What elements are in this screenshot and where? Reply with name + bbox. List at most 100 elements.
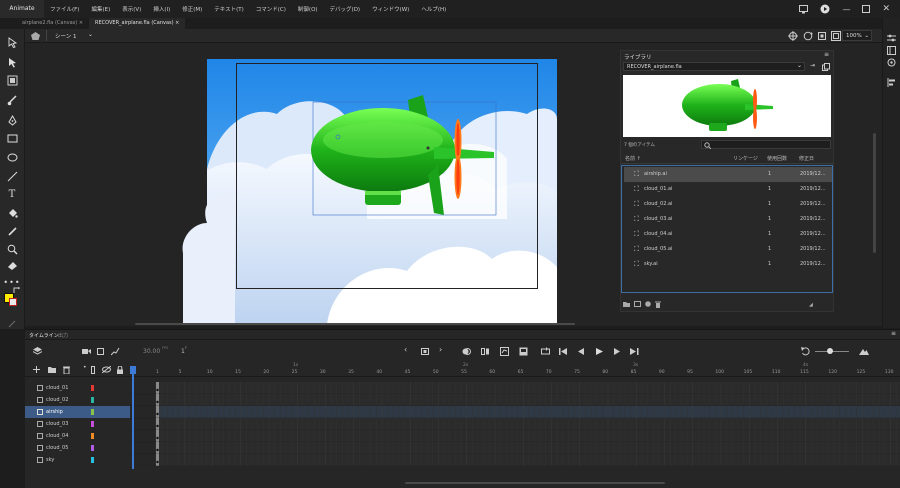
col-date-modified[interactable]: 修正日 [799,155,814,162]
monitor-icon[interactable] [799,4,809,14]
layer-row-cloud-01[interactable]: cloud_01 [25,382,130,394]
center-stage-icon[interactable] [788,31,798,43]
layer-stack-icon[interactable] [33,347,42,356]
menu-help[interactable]: ヘルプ(H) [415,5,452,13]
frame-grid[interactable] [130,382,900,467]
pen-tool-icon[interactable] [5,113,19,127]
menu-text[interactable]: テキスト(T) [208,5,250,13]
create-tween-icon[interactable] [500,347,509,356]
next-keyframe-icon[interactable]: › [439,345,442,354]
zoom-select[interactable]: 100% ⌄ [842,30,872,41]
library-title[interactable]: ライブラリ [624,53,652,61]
new-folder-icon[interactable] [48,366,56,373]
layer-color-swatch[interactable] [91,421,94,427]
layer-color-icon[interactable] [91,366,95,374]
library-item-cloud-04[interactable]: ⛶ cloud_04.ai 1 2019/12... [624,227,832,242]
menu-modify[interactable]: 修正(M) [176,5,208,13]
new-library-panel-icon[interactable] [822,63,830,71]
layer-row-cloud-05[interactable]: cloud_05 [25,442,130,454]
menu-commands[interactable]: コマンド(C) [250,5,292,13]
library-item-airship[interactable]: ⛶ airship.ai 1 2019/12... [624,167,832,182]
step-forward-icon[interactable] [613,347,622,356]
loop-icon[interactable] [541,347,550,356]
layer-color-swatch[interactable] [91,409,94,415]
properties-panel-icon[interactable] [887,34,896,43]
layer-row-sky[interactable]: sky [25,454,130,466]
stage-h-scrollbar[interactable] [135,323,575,325]
layer-row-cloud-02[interactable]: cloud_02 [25,394,130,406]
playhead-handle[interactable] [130,366,136,374]
assets-panel-icon[interactable] [887,58,896,67]
fit-stage-icon[interactable] [831,31,841,43]
timeline-h-scrollbar[interactable] [405,482,665,484]
menu-view[interactable]: 表示(V) [116,5,147,13]
swap-colors-icon[interactable] [13,287,21,296]
menu-control[interactable]: 制御(O) [292,5,324,13]
rectangle-tool-icon[interactable] [5,131,19,145]
menu-file[interactable]: ファイル(F) [44,5,85,13]
clip-content-icon[interactable] [817,31,827,43]
library-search-input[interactable] [701,140,831,149]
col-use-count[interactable]: 使用回数 [767,155,787,162]
fill-color-swatch[interactable] [9,298,17,306]
line-tool-icon[interactable] [5,169,19,183]
free-transform-tool-icon[interactable] [5,73,19,87]
minimize-icon[interactable]: — [842,5,850,14]
tab-airplane2[interactable]: airplane2.fla (Canvas) × [16,18,89,29]
text-tool-icon[interactable]: T [5,187,19,201]
pin-library-icon[interactable]: ⇥ [810,62,815,69]
menu-debug[interactable]: デバッグ(D) [324,5,367,13]
new-folder-icon[interactable] [623,301,630,307]
rotate-stage-icon[interactable] [803,31,813,43]
tab-timeline[interactable]: タイムライン [29,332,59,339]
prev-keyframe-icon[interactable]: ‹ [404,345,407,354]
camera-icon[interactable] [82,348,91,355]
close-icon[interactable]: ✕ [882,4,890,14]
library-item-cloud-02[interactable]: ⛶ cloud_02.ai 1 2019/12... [624,197,832,212]
frame-zoom-slider-thumb[interactable] [827,348,833,354]
reset-zoom-icon[interactable] [801,347,810,356]
paint-bucket-tool-icon[interactable] [5,206,19,220]
tab-recover-airplane[interactable]: RECOVER_airplane.fla (Canvas) × [89,18,186,29]
play-icon[interactable] [595,347,604,356]
layer-color-swatch[interactable] [91,397,94,403]
snap-icon[interactable] [7,319,17,331]
layer-color-swatch[interactable] [91,457,94,463]
timeline-menu-icon[interactable]: ≡ [891,330,896,337]
selection-tool-icon[interactable] [5,35,19,49]
oval-tool-icon[interactable] [5,150,19,164]
layer-row-cloud-04[interactable]: cloud_04 [25,430,130,442]
onion-skin-icon[interactable] [462,347,471,356]
library-item-cloud-05[interactable]: ⛶ cloud_05.ai 1 2019/12... [624,242,832,257]
panel-v-scrollbar[interactable] [873,133,876,253]
layer-color-swatch[interactable] [91,445,94,451]
brush-tool-icon[interactable] [5,93,19,107]
panel-menu-icon[interactable]: ≡ [824,51,829,58]
resize-grip-icon[interactable]: ◢ [809,302,813,308]
scene-label[interactable]: シーン 1 [55,32,76,40]
menu-edit[interactable]: 編集(E) [85,5,116,13]
eraser-tool-icon[interactable] [5,258,19,272]
eyedropper-tool-icon[interactable] [5,224,19,238]
tab-close-icon[interactable]: × [175,20,179,26]
properties-icon[interactable] [645,301,651,307]
subselection-tool-icon[interactable] [5,55,19,69]
highlight-dot-icon[interactable]: • [83,364,87,371]
library-item-cloud-03[interactable]: ⛶ cloud_03.ai 1 2019/12... [624,212,832,227]
graph-icon[interactable] [111,347,120,356]
layer-color-swatch[interactable] [91,433,94,439]
menu-insert[interactable]: 挿入(I) [147,5,176,13]
step-back-icon[interactable] [577,347,586,356]
fps-value[interactable]: 30.00 [143,348,160,355]
delete-icon[interactable] [655,301,661,308]
library-file-select[interactable]: RECOVER_airplane.fla ⌄ [623,62,805,71]
zoom-mountain-icon[interactable] [859,347,869,355]
layer-row-airship[interactable]: airship [25,406,130,418]
layer-depth-icon[interactable] [97,348,104,355]
layer-row-cloud-03[interactable]: cloud_03 [25,418,130,430]
align-panel-icon[interactable] [887,78,896,87]
tab-close-icon[interactable]: × [79,20,83,26]
tab-output[interactable]: 出力 [58,332,68,339]
show-hide-all-icon[interactable] [102,366,111,373]
new-layer-icon[interactable] [33,366,40,373]
